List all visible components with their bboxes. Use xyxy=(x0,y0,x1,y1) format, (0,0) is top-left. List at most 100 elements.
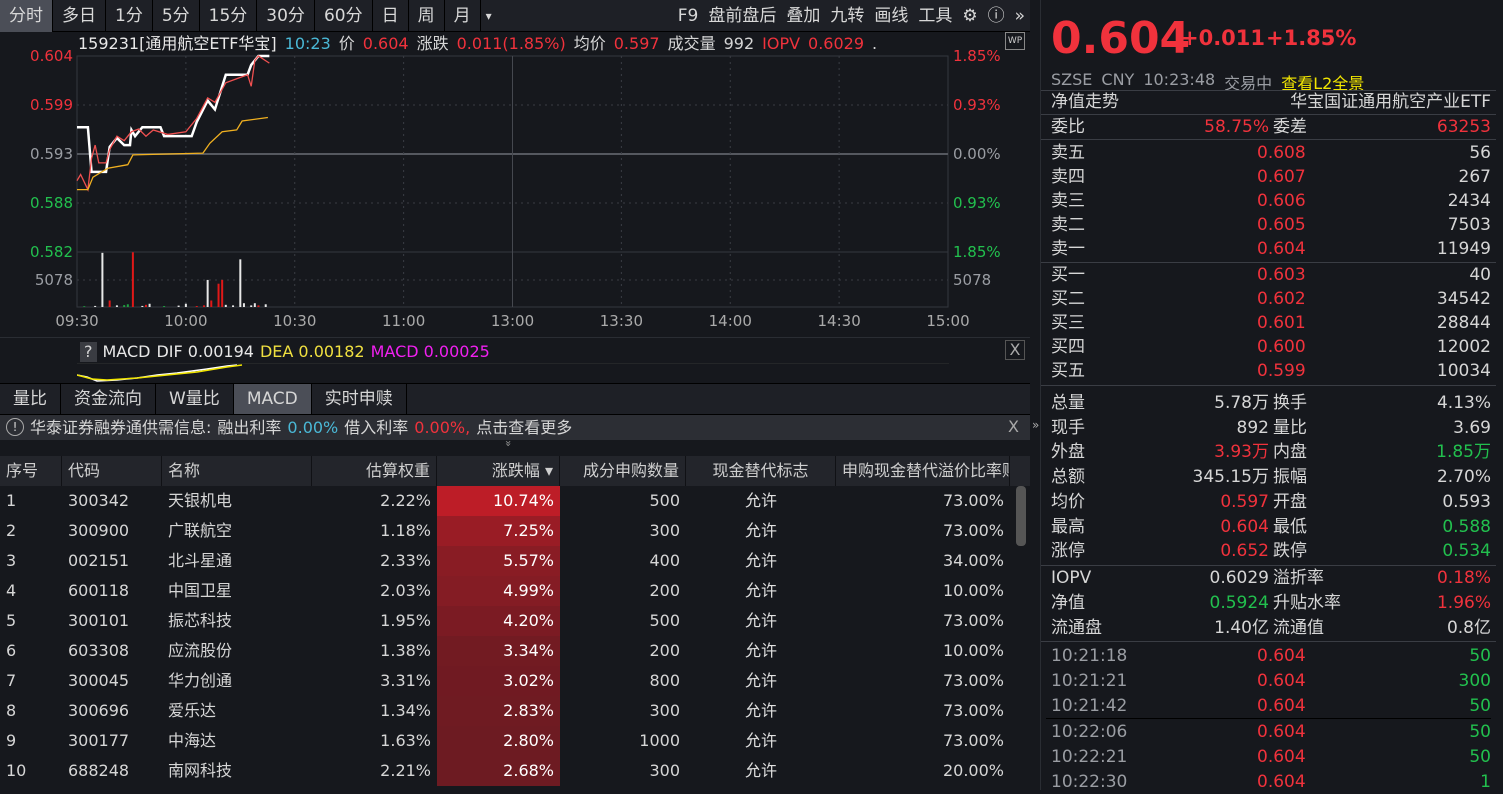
stat-label: 开盘 xyxy=(1273,491,1307,512)
lend-rate: 0.00% xyxy=(287,418,339,437)
panel-divider-chevron-icon[interactable]: » xyxy=(1032,418,1039,432)
cell-weight: 1.38% xyxy=(380,641,431,660)
quote-row: 买五 0.599 10034 xyxy=(1051,359,1491,383)
y-axis-left-label: 0.599 xyxy=(30,96,73,114)
y-axis-left-label: 0.593 xyxy=(30,145,73,163)
trade-volume: 1 xyxy=(1480,772,1491,792)
cell-index: 1 xyxy=(6,491,17,510)
trade-time: 10:21:18 xyxy=(1051,646,1128,666)
trade-time: 10:22:06 xyxy=(1051,722,1128,742)
cell-quantity: 300 xyxy=(649,521,680,540)
trade-row: 10:21:18 0.604 50 xyxy=(1051,644,1491,668)
cell-premium: 10.00% xyxy=(942,641,1004,660)
table-row[interactable]: 8 300696 爱乐达 1.34% 2.83% 300 允许 73.00% xyxy=(0,696,1010,726)
stat-value: 0.593 xyxy=(1442,491,1491,512)
stat-value: 0.597 xyxy=(1220,491,1269,512)
expand-panel-chevron-icon[interactable]: » xyxy=(502,440,515,447)
trade-row: 10:22:21 0.604 50 xyxy=(1051,745,1491,769)
stat-row: 涨停 0.652 跌停 0.534 xyxy=(1051,539,1491,563)
cell-name: 广联航空 xyxy=(168,521,233,540)
trade-price: 0.604 xyxy=(1257,696,1306,716)
stat-row: IOPV 0.6029 溢折率 0.18% xyxy=(1051,566,1491,590)
row-volume: 28844 xyxy=(1436,313,1491,333)
cell-name: 应流股份 xyxy=(168,641,233,660)
cell-weight: 1.63% xyxy=(380,731,431,750)
row-label: 买一 xyxy=(1051,265,1085,285)
wb-label: 委比 xyxy=(1051,117,1085,137)
macd-dea: DEA 0.00182 xyxy=(259,342,365,361)
macd-close-button[interactable]: X xyxy=(1005,340,1025,360)
cell-code: 300342 xyxy=(68,491,130,510)
y-axis-right-label: 0.00% xyxy=(953,145,1001,163)
column-header-4[interactable]: 涨跌幅 ▾ xyxy=(437,456,560,486)
stat-value: 5.78万 xyxy=(1214,393,1269,413)
quote-row: 买三 0.601 28844 xyxy=(1051,311,1491,335)
table-row[interactable]: 6 603308 应流股份 1.38% 3.34% 200 允许 10.00% xyxy=(0,636,1010,666)
macd-panel: ? MACD DIF 0.00194 DEA 0.00182 MACD 0.00… xyxy=(0,337,1030,385)
stat-value: 0.604 xyxy=(1220,516,1269,537)
table-row[interactable]: 7 300045 华力创通 3.31% 3.02% 800 允许 73.00% xyxy=(0,666,1010,696)
cell-index: 5 xyxy=(6,611,17,630)
y-axis-right-label: 1.85% xyxy=(953,47,1001,65)
cell-premium: 20.00% xyxy=(942,761,1004,780)
tab-2[interactable]: W量比 xyxy=(156,384,234,414)
trade-volume: 50 xyxy=(1469,747,1491,767)
macd-help-button[interactable]: ? xyxy=(80,342,97,362)
row-price: 0.608 xyxy=(1257,143,1306,163)
cell-cash-flag: 允许 xyxy=(744,641,777,660)
table-row[interactable]: 5 300101 振芯科技 1.95% 4.20% 500 允许 73.00% xyxy=(0,606,1010,636)
y-axis-left-label: 0.582 xyxy=(30,243,73,261)
stat-value: 4.13% xyxy=(1436,393,1491,413)
table-scrollbar[interactable] xyxy=(1016,486,1026,546)
cell-change: 4.20% xyxy=(437,606,560,636)
x-axis-tick: 14:00 xyxy=(708,312,752,330)
trade-row: 10:22:30 0.604 1 xyxy=(1051,770,1491,794)
table-row[interactable]: 3 002151 北斗星通 2.33% 5.57% 400 允许 34.00% xyxy=(0,546,1010,576)
stat-label: 内盘 xyxy=(1273,442,1307,463)
tab-0[interactable]: 量比 xyxy=(0,384,61,414)
row-volume: 40 xyxy=(1469,265,1491,285)
table-row[interactable]: 2 300900 广联航空 1.18% 7.25% 300 允许 73.00% xyxy=(0,516,1010,546)
cell-cash-flag: 允许 xyxy=(744,611,777,630)
cell-premium: 73.00% xyxy=(942,731,1004,750)
cell-code: 300101 xyxy=(68,611,130,630)
intraday-chart[interactable] xyxy=(0,0,1030,337)
nav-trend-link[interactable]: 净值走势 xyxy=(1051,92,1119,112)
column-header-7[interactable]: 申购现金替代溢价比率赎 xyxy=(836,456,1010,486)
column-header-5[interactable]: 成分申购数量 xyxy=(560,456,686,486)
trade-price: 0.604 xyxy=(1257,646,1306,666)
trade-price: 0.604 xyxy=(1257,671,1306,691)
table-row[interactable]: 10 688248 南网科技 2.21% 2.68% 300 允许 20.00% xyxy=(0,756,1010,786)
column-header-1[interactable]: 代码 xyxy=(62,456,162,486)
stat-value: 0.534 xyxy=(1442,541,1491,562)
cell-weight: 1.95% xyxy=(380,611,431,630)
row-label: 卖一 xyxy=(1051,239,1085,259)
tab-1[interactable]: 资金流向 xyxy=(61,384,156,414)
cell-cash-flag: 允许 xyxy=(744,551,777,570)
row-price: 0.607 xyxy=(1257,167,1306,187)
cell-weight: 2.21% xyxy=(380,761,431,780)
tab-4[interactable]: 实时申赎 xyxy=(312,384,407,414)
table-row[interactable]: 1 300342 天银机电 2.22% 10.74% 500 允许 73.00% xyxy=(0,486,1010,516)
row-label: 买四 xyxy=(1051,337,1085,357)
margin-notice-bar[interactable]: ! 华泰证券融券通供需信息: 融出利率 0.00% 借入利率 0.00%, 点击… xyxy=(0,415,1030,440)
stat-label: 涨停 xyxy=(1051,541,1085,562)
wc-value: 63253 xyxy=(1436,117,1491,137)
column-header-6[interactable]: 现金替代标志 xyxy=(686,456,836,486)
tab-3[interactable]: MACD xyxy=(233,384,312,414)
see-more-link[interactable]: 点击查看更多 xyxy=(476,415,572,440)
column-header-2[interactable]: 名称 xyxy=(162,456,312,486)
table-row[interactable]: 4 600118 中国卫星 2.03% 4.99% 200 允许 10.00% xyxy=(0,576,1010,606)
table-row[interactable]: 9 300177 中海达 1.63% 2.80% 1000 允许 73.00% xyxy=(0,726,1010,756)
cell-weight: 2.03% xyxy=(380,581,431,600)
cell-index: 2 xyxy=(6,521,17,540)
cell-change: 2.80% xyxy=(437,726,560,756)
cell-quantity: 500 xyxy=(649,491,680,510)
row-volume: 11949 xyxy=(1436,239,1491,259)
stat-row: 净值 0.5924 升贴水率 1.96% xyxy=(1051,591,1491,615)
column-header-0[interactable]: 序号 xyxy=(0,456,62,486)
notice-close-button[interactable]: X xyxy=(1008,417,1019,436)
cell-cash-flag: 允许 xyxy=(744,491,777,510)
x-axis-tick: 14:30 xyxy=(817,312,861,330)
column-header-3[interactable]: 估算权重 xyxy=(312,456,437,486)
